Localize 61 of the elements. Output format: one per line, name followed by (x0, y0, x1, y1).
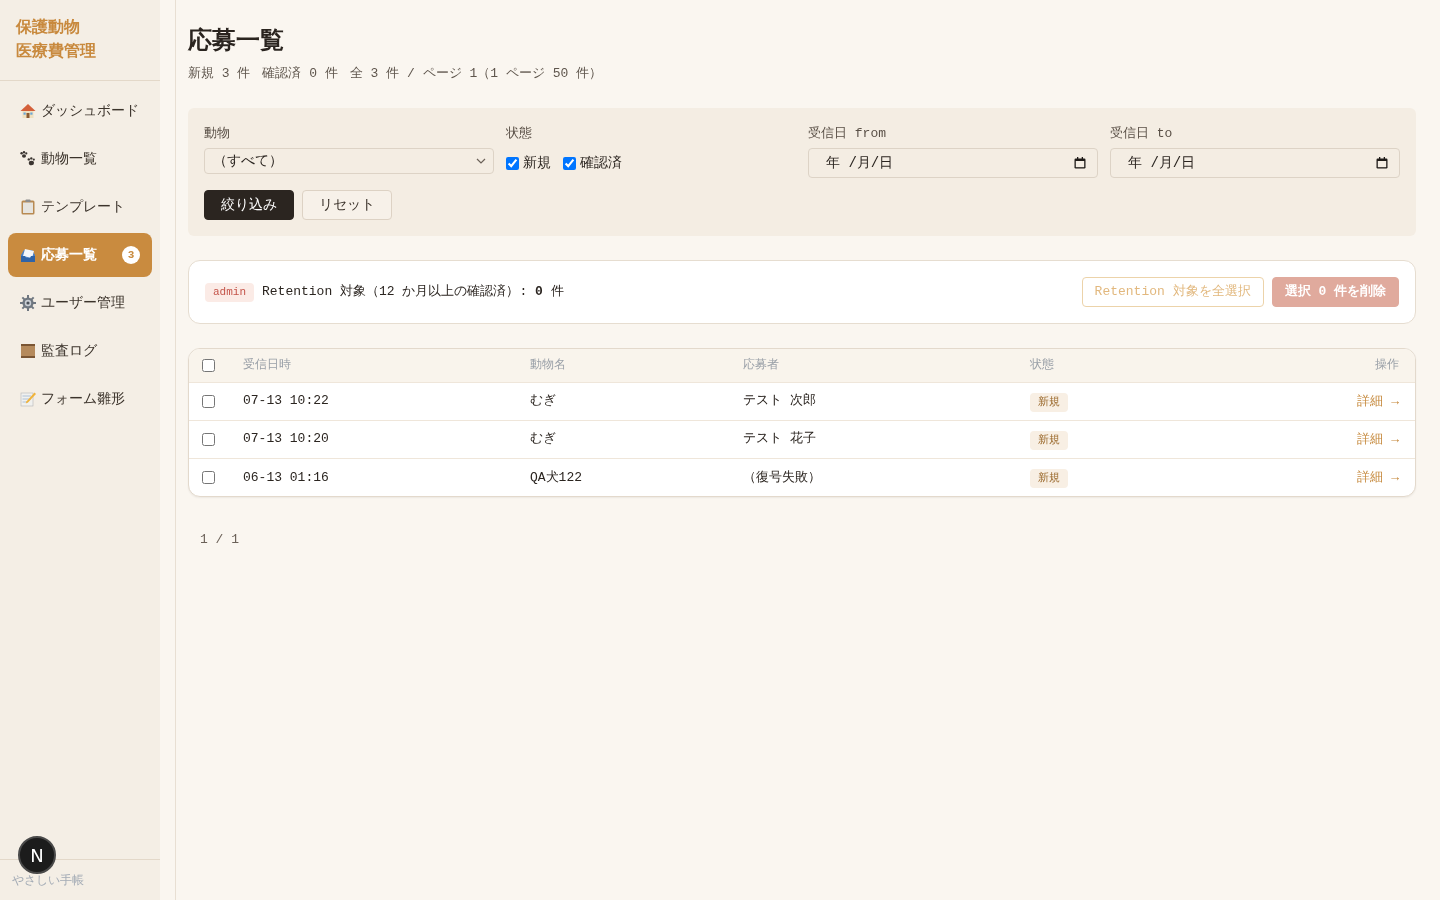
nav-item[interactable]: テンプレート (8, 185, 152, 229)
row-checkbox[interactable] (202, 394, 215, 408)
status-tag: 新規 (1030, 431, 1068, 450)
row-checkbox[interactable] (202, 432, 215, 446)
table-cell: 07-13 10:22 (243, 393, 329, 409)
envelope-tray-icon (20, 247, 36, 263)
column-header: 受信日時 (243, 358, 291, 373)
filter-button[interactable]: 絞り込み (204, 190, 294, 220)
calendar-icon[interactable] (1376, 157, 1388, 169)
table-cell: テスト 花子 (743, 431, 816, 447)
checkbox-label: 新規 (523, 153, 551, 173)
table-cell: QA犬122 (530, 469, 582, 485)
memo-pencil-icon (20, 391, 36, 407)
checkbox-label: 確認済 (580, 153, 622, 173)
status-tag: 新規 (1030, 469, 1068, 489)
date-field[interactable]: 年 /月/日 (1110, 148, 1400, 178)
nav-item[interactable]: フォーム雛形 (8, 377, 152, 421)
footer-text: やさしい手帳 (12, 874, 85, 888)
status-tag: 新規 (1030, 393, 1068, 412)
column-header: 動物名 (530, 358, 566, 373)
table-cell: 06-13 01:16 (243, 469, 329, 485)
chevron-down-icon (476, 158, 486, 164)
table-cell: （復号失敗） (743, 469, 821, 485)
clipboard-icon (20, 199, 36, 215)
page-title: 応募一覧 (188, 26, 284, 57)
app-title: 保護動物 (16, 17, 80, 39)
table-cell: むぎ (530, 393, 556, 409)
date-field[interactable]: 年 /月/日 (808, 148, 1098, 178)
status-checkbox[interactable] (506, 156, 519, 170)
filter-label: 動物 (204, 125, 230, 143)
scroll-icon (20, 343, 36, 359)
house-icon (20, 103, 36, 119)
status-checkbox[interactable] (563, 156, 576, 170)
nav-item[interactable]: ダッシュボード (8, 89, 152, 133)
column-header: 操作 (1375, 358, 1399, 373)
column-header: 応募者 (743, 358, 779, 373)
role-badge: admin (205, 282, 254, 302)
paw-prints-icon (20, 151, 36, 167)
row-checkbox[interactable] (202, 470, 215, 484)
table-cell: 07-13 10:20 (243, 431, 329, 447)
gear-icon (20, 295, 36, 311)
select-all-checkbox[interactable] (202, 358, 215, 372)
filter-label: 状態 (506, 125, 532, 143)
nav-item[interactable]: 動物一覧 (8, 137, 152, 181)
summary-text: 新規 3 件 (188, 65, 251, 83)
calendar-icon[interactable] (1074, 157, 1086, 169)
table-cell: テスト 次郎 (743, 393, 816, 409)
table-cell: むぎ (530, 431, 556, 447)
summary-text: 全 3 件 / ページ 1（1 ページ 50 件） (349, 65, 603, 83)
reset-button[interactable]: リセット (302, 190, 392, 220)
filter-label: 受信日 to (1110, 125, 1174, 143)
nav-item[interactable]: ユーザー管理 (8, 281, 152, 325)
filter-label: 受信日 from (808, 125, 887, 143)
animal-select[interactable]: （すべて） (204, 148, 494, 174)
nav-item[interactable]: 監査ログ (8, 329, 152, 373)
count-badge: 3 (122, 246, 140, 264)
app-title: 医療費管理 (16, 41, 96, 63)
summary-text: 確認済 0 件 (262, 65, 338, 83)
retention-text: Retention 対象（12 か月以上の確認済）: 0 件 (262, 283, 564, 302)
column-header: 状態 (1030, 358, 1054, 373)
pagination-text: 1 / 1 (200, 532, 239, 547)
